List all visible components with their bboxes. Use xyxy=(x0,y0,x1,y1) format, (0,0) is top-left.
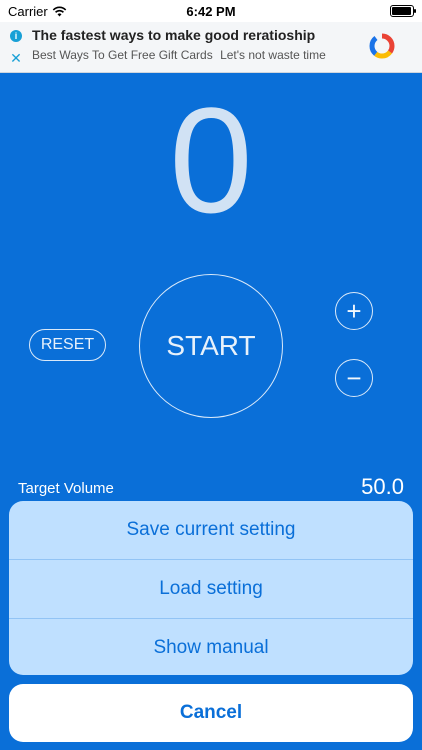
info-icon[interactable]: i xyxy=(10,30,22,42)
load-setting-button[interactable]: Load setting xyxy=(9,560,413,619)
battery-icon xyxy=(390,5,416,17)
close-icon[interactable]: ✕ xyxy=(10,51,22,65)
ad-subtitle: Best Ways To Get Free Gift Cards xyxy=(32,48,213,62)
target-volume-label: Target Volume xyxy=(18,480,114,497)
cancel-button[interactable]: Cancel xyxy=(9,684,413,742)
save-setting-button[interactable]: Save current setting xyxy=(9,501,413,560)
ad-title[interactable]: The fastest ways to make good reratioshi… xyxy=(32,27,315,43)
counter-display: 0 xyxy=(169,76,253,244)
start-button[interactable]: START xyxy=(139,274,283,418)
reset-button[interactable]: RESET xyxy=(29,329,106,361)
ad-subtitle-row: Best Ways To Get Free Gift Cards Let's n… xyxy=(32,48,326,62)
ad-banner[interactable]: i ✕ The fastest ways to make good rerati… xyxy=(0,22,422,73)
action-sheet: Save current setting Load setting Show m… xyxy=(9,501,413,675)
plus-button[interactable]: + xyxy=(335,292,373,330)
ad-logo-icon xyxy=(369,33,395,59)
status-time: 6:42 PM xyxy=(186,4,236,19)
status-bar: Carrier 6:42 PM xyxy=(0,0,422,22)
minus-button[interactable]: − xyxy=(335,359,373,397)
ad-tagline: Let's not waste time xyxy=(220,48,326,62)
target-volume-value: 50.0 xyxy=(361,474,404,499)
show-manual-button[interactable]: Show manual xyxy=(9,619,413,675)
